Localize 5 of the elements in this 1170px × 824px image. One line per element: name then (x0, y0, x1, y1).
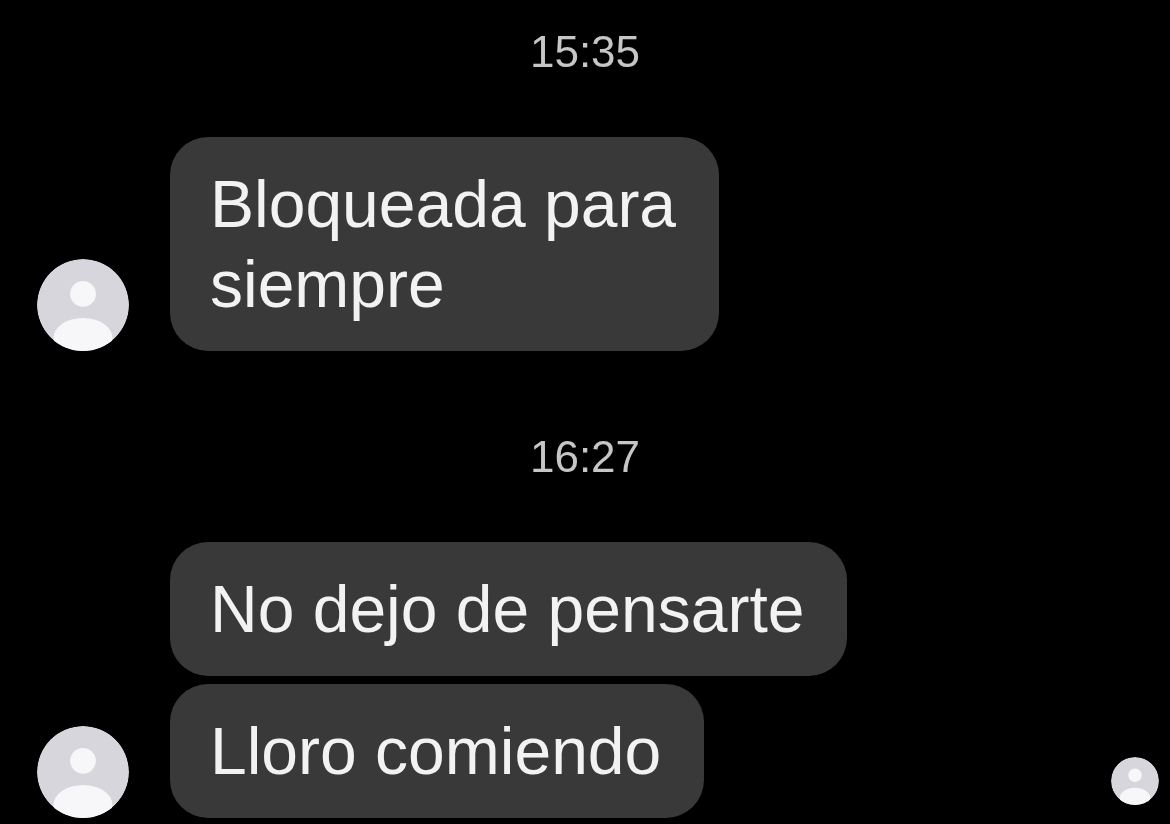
message-bubble: Bloqueada para siempre (170, 137, 719, 351)
timestamp: 16:27 (529, 432, 641, 482)
timestamp: 15:35 (529, 27, 641, 77)
message-bubble: No dejo de pensarte (170, 542, 847, 676)
message-bubble: Lloro comiendo (170, 684, 704, 818)
